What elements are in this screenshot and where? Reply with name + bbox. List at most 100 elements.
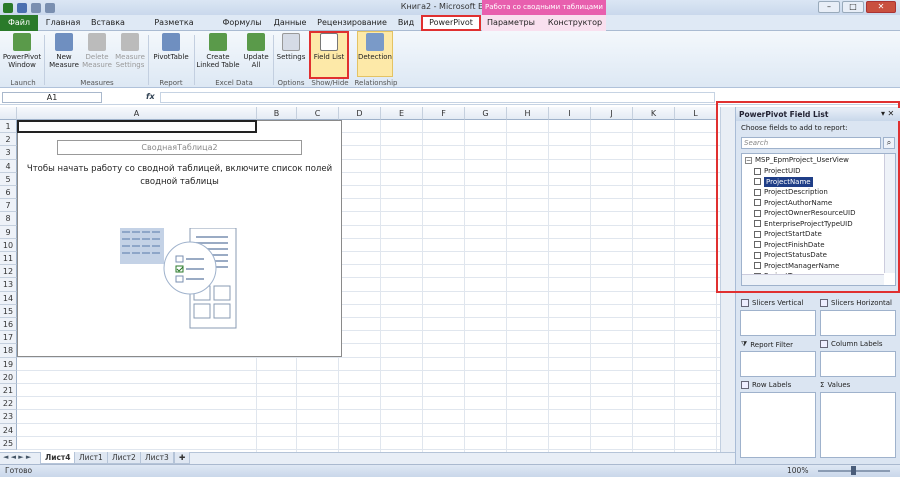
new-measure-button[interactable]: New Measure — [48, 33, 80, 69]
maximize-button[interactable]: □ — [842, 1, 864, 13]
field-item[interactable]: ProjectManagerName — [754, 261, 839, 271]
new-sheet-icon[interactable]: ✚ — [174, 452, 191, 464]
row-header[interactable]: 4 — [0, 159, 17, 173]
column-header[interactable]: K — [633, 107, 675, 120]
column-header[interactable]: D — [339, 107, 381, 120]
row-header[interactable]: 16 — [0, 318, 17, 332]
column-header[interactable]: C — [297, 107, 339, 120]
sheet-tab[interactable]: Лист3 — [140, 452, 174, 464]
minimize-button[interactable]: – — [818, 1, 840, 13]
row-header[interactable]: 22 — [0, 397, 17, 411]
row-labels-zone[interactable] — [740, 392, 816, 458]
tab-options[interactable]: Параметры — [485, 15, 537, 31]
tab-home[interactable]: Главная — [42, 15, 84, 31]
tab-powerpivot[interactable]: PowerPivot — [421, 15, 481, 31]
table-node[interactable]: − MSP_EpmProject_UserView — [745, 155, 849, 165]
panel-close-icon[interactable]: ▾ ✕ — [881, 109, 894, 118]
row-header[interactable]: 11 — [0, 252, 17, 266]
column-header[interactable]: E — [381, 107, 423, 120]
field-checkbox[interactable] — [754, 241, 761, 248]
settings-button[interactable]: Settings — [275, 33, 307, 61]
field-checkbox[interactable] — [754, 262, 761, 269]
zoom-thumb[interactable] — [851, 466, 856, 475]
field-item[interactable]: ProjectAuthorName — [754, 198, 832, 208]
row-header[interactable]: 7 — [0, 199, 17, 213]
row-header[interactable]: 8 — [0, 212, 17, 226]
column-header[interactable]: B — [257, 107, 297, 120]
formula-input[interactable] — [160, 92, 715, 103]
slicers-vertical-zone[interactable] — [740, 310, 816, 336]
tab-formulas[interactable]: Формулы — [220, 15, 264, 31]
selected-cell[interactable] — [17, 120, 257, 133]
field-item[interactable]: ProjectFinishDate — [754, 240, 825, 250]
fx-icon[interactable]: fx — [146, 92, 155, 101]
field-item[interactable]: ProjectStatusDate — [754, 250, 827, 260]
tab-insert[interactable]: Вставка — [88, 15, 128, 31]
field-checkbox[interactable] — [754, 251, 761, 259]
zoom-level[interactable]: 100% — [787, 466, 808, 475]
field-item[interactable]: ProjectName — [754, 176, 813, 187]
collapse-icon[interactable]: − — [745, 156, 752, 164]
row-header[interactable]: 2 — [0, 133, 17, 147]
tree-vscroll[interactable] — [884, 154, 895, 273]
row-header[interactable]: 9 — [0, 225, 17, 239]
update-all-button[interactable]: Update All — [242, 33, 270, 69]
field-item[interactable]: EnterpriseProjectTypeUID — [754, 219, 853, 229]
row-header[interactable]: 24 — [0, 423, 17, 437]
field-item[interactable]: ProjectDescription — [754, 187, 828, 197]
row-header[interactable]: 13 — [0, 278, 17, 292]
tab-design[interactable]: Конструктор — [546, 15, 604, 31]
field-item[interactable]: ProjectOwnerResourceUID — [754, 208, 856, 218]
field-item[interactable]: ProjectUID — [754, 166, 801, 176]
row-header[interactable]: 25 — [0, 436, 17, 450]
field-checkbox[interactable] — [754, 188, 761, 196]
field-checkbox[interactable] — [754, 167, 761, 175]
field-checkbox[interactable] — [754, 230, 761, 238]
field-search-input[interactable]: Search — [741, 137, 881, 149]
field-item[interactable]: ProjectStartDate — [754, 229, 822, 239]
tab-view[interactable]: Вид — [394, 15, 418, 31]
values-zone[interactable] — [820, 392, 896, 458]
tree-hscroll[interactable] — [742, 274, 884, 285]
row-header[interactable]: 17 — [0, 331, 17, 345]
slicers-horizontal-zone[interactable] — [820, 310, 896, 336]
column-header[interactable]: H — [507, 107, 549, 120]
name-box[interactable]: A1 — [2, 92, 102, 103]
powerpivot-window-button[interactable]: PowerPivot Window — [2, 33, 42, 69]
delete-measure-button[interactable]: Delete Measure — [82, 33, 112, 69]
sheet-tab[interactable]: Лист2 — [107, 452, 141, 464]
row-header[interactable]: 10 — [0, 238, 17, 252]
row-header[interactable]: 6 — [0, 186, 17, 200]
field-checkbox[interactable] — [754, 220, 761, 227]
row-header[interactable]: 19 — [0, 357, 17, 371]
sheet-nav-icon[interactable]: ◄ ◄ ► ► — [3, 453, 31, 461]
close-button[interactable]: ✕ — [866, 1, 896, 13]
create-linked-table-button[interactable]: Create Linked Table — [196, 33, 240, 69]
tab-data[interactable]: Данные — [270, 15, 310, 31]
field-checkbox[interactable] — [754, 178, 761, 185]
report-filter-zone[interactable] — [740, 351, 816, 377]
row-header[interactable]: 18 — [0, 344, 17, 358]
column-header[interactable]: G — [465, 107, 507, 120]
column-labels-zone[interactable] — [820, 351, 896, 377]
column-header[interactable]: A — [17, 107, 257, 120]
field-list-button[interactable]: Field List — [311, 33, 347, 61]
measure-settings-button[interactable]: Measure Settings — [114, 33, 146, 69]
row-header[interactable]: 20 — [0, 370, 17, 384]
row-header[interactable]: 14 — [0, 291, 17, 305]
column-header[interactable]: J — [591, 107, 633, 120]
sheet-tab-active[interactable]: Лист4 — [40, 452, 76, 464]
row-header[interactable]: 1 — [0, 120, 17, 134]
column-header[interactable]: L — [675, 107, 717, 120]
row-header[interactable]: 12 — [0, 265, 17, 279]
search-icon[interactable]: ⌕ — [883, 137, 895, 149]
tab-review[interactable]: Рецензирование — [316, 15, 388, 31]
pivottable-button[interactable]: PivotTable — [152, 33, 190, 61]
column-header[interactable]: I — [549, 107, 591, 120]
column-header[interactable]: F — [423, 107, 465, 120]
row-header[interactable]: 3 — [0, 146, 17, 160]
field-checkbox[interactable] — [754, 209, 761, 217]
detection-button[interactable]: Detection — [357, 33, 393, 61]
row-header[interactable]: 23 — [0, 410, 17, 424]
row-header[interactable]: 21 — [0, 384, 17, 398]
